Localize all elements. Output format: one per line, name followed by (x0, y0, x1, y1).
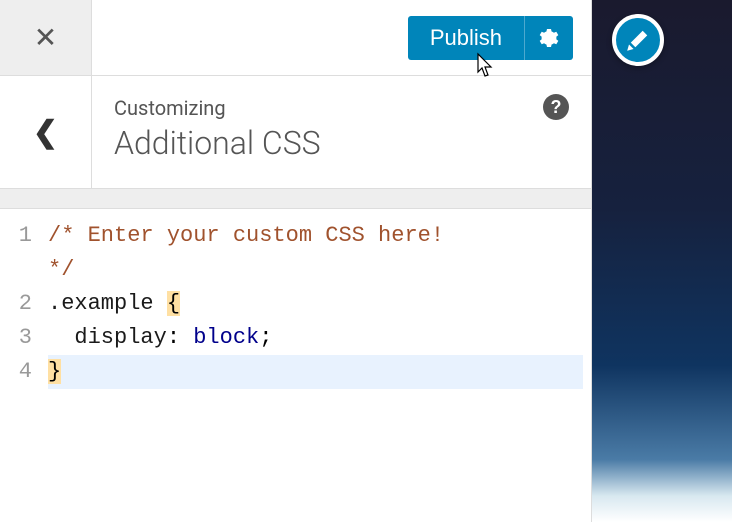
back-button[interactable]: ❮ (0, 76, 92, 188)
line-number (0, 253, 32, 287)
header-actions: Publish (92, 0, 591, 75)
customizing-label: Customizing (114, 96, 569, 120)
site-preview (592, 0, 732, 522)
close-icon: ✕ (34, 24, 57, 52)
customizer-panel: ✕ Publish ❮ Customizing Additional CSS ?… (0, 0, 592, 522)
publish-button[interactable]: Publish (408, 16, 524, 60)
line-number: 3 (0, 321, 32, 355)
section-title: Additional CSS (114, 124, 569, 162)
line-number-gutter: 1 2 3 4 (0, 209, 40, 399)
line-number: 2 (0, 287, 32, 321)
close-button[interactable]: ✕ (0, 0, 92, 76)
code-content[interactable]: /* Enter your custom CSS here! */ .examp… (40, 209, 591, 399)
chevron-left-icon: ❮ (33, 115, 58, 150)
spacer (0, 189, 591, 209)
header-row: ✕ Publish (0, 0, 591, 76)
code-line: /* Enter your custom CSS here! (48, 219, 583, 253)
css-code-editor[interactable]: 1 2 3 4 /* Enter your custom CSS here! *… (0, 209, 591, 399)
line-number: 4 (0, 355, 32, 389)
line-number: 1 (0, 219, 32, 253)
publish-settings-button[interactable] (524, 16, 573, 60)
gear-icon (539, 28, 559, 48)
section-title-area: Customizing Additional CSS ? (92, 76, 591, 188)
code-line: */ (48, 253, 583, 287)
code-line-active: } (48, 355, 583, 389)
edit-shortcut-button[interactable] (612, 14, 664, 66)
section-header: ❮ Customizing Additional CSS ? (0, 76, 591, 189)
help-button[interactable]: ? (543, 94, 569, 120)
pencil-icon (626, 28, 650, 52)
code-line: display: block; (48, 321, 583, 355)
code-line: .example { (48, 287, 583, 321)
